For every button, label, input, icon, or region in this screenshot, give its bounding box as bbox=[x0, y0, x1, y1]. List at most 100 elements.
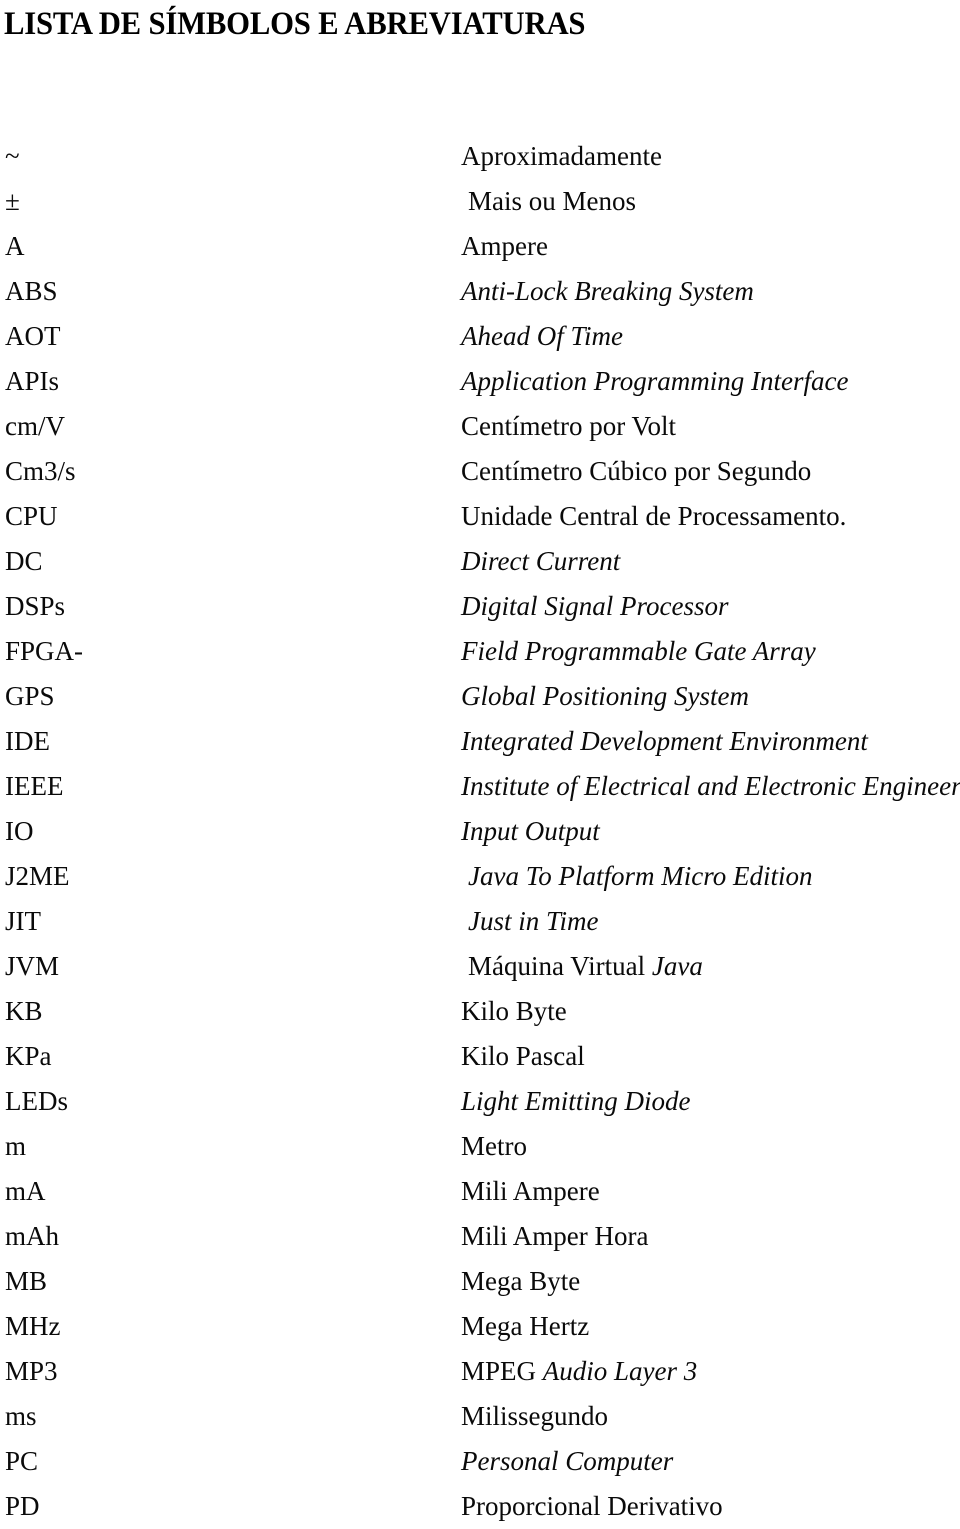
abbreviation-row: KPa Kilo Pascal bbox=[0, 1034, 960, 1079]
abbreviation-definition: Milissegundo bbox=[461, 1401, 609, 1431]
abbreviation-symbol: J2ME bbox=[5, 861, 70, 891]
abbreviation-symbol: DC bbox=[5, 546, 43, 576]
abbreviation-definition: Personal Computer bbox=[461, 1446, 674, 1476]
abbreviation-row: MHz Mega Hertz bbox=[0, 1304, 960, 1349]
abbreviation-row: DC Direct Current bbox=[0, 539, 960, 584]
abbreviation-definition: Mega Byte bbox=[461, 1266, 581, 1296]
document-page: LISTA DE SÍMBOLOS E ABREVIATURAS ~ Aproxi… bbox=[0, 0, 960, 1523]
abbreviation-symbol: GPS bbox=[5, 681, 55, 711]
abbreviation-row: ABS Anti-Lock Breaking System bbox=[0, 269, 960, 314]
abbreviation-definition: Mega Hertz bbox=[461, 1311, 590, 1341]
abbreviation-definition: Input Output bbox=[461, 816, 600, 846]
abbreviation-symbol: AOT bbox=[5, 321, 61, 351]
abbreviation-row: GPS Global Positioning System bbox=[0, 674, 960, 719]
definition-segment: MPEG bbox=[461, 1356, 543, 1386]
abbreviation-row: APIs Application Programming Interface bbox=[0, 359, 960, 404]
abbreviation-row: Cm3/s Centímetro Cúbico por Segundo bbox=[0, 449, 960, 494]
abbreviation-row: MB Mega Byte bbox=[0, 1259, 960, 1304]
abbreviation-definition: Mili Amper Hora bbox=[461, 1221, 649, 1251]
abbreviation-row: mAh Mili Amper Hora bbox=[0, 1214, 960, 1259]
abbreviation-symbol: PD bbox=[5, 1491, 40, 1521]
abbreviation-definition: Máquina Virtual Java bbox=[468, 944, 703, 989]
abbreviation-definition: Ahead Of Time bbox=[461, 321, 623, 351]
abbreviation-row: CPU Unidade Central de Processamento. bbox=[0, 494, 960, 539]
abbreviation-definition: Anti-Lock Breaking System bbox=[461, 276, 754, 306]
abbreviation-row: JVM Máquina Virtual Java bbox=[0, 944, 960, 989]
abbreviation-definition: Kilo Pascal bbox=[461, 1041, 585, 1071]
abbreviation-symbol: JVM bbox=[5, 951, 60, 981]
abbreviation-definition: Field Programmable Gate Array bbox=[461, 636, 816, 666]
abbreviation-symbol: PC bbox=[5, 1446, 39, 1476]
abbreviation-definition: Application Programming Interface bbox=[461, 366, 849, 396]
abbreviation-symbol: FPGA- bbox=[5, 636, 84, 666]
abbreviation-symbol: JIT bbox=[5, 906, 41, 936]
abbreviation-symbol: ms bbox=[5, 1401, 37, 1431]
abbreviation-symbol: DSPs bbox=[5, 591, 66, 621]
abbreviation-definition: Aproximadamente bbox=[461, 141, 662, 171]
abbreviation-row: DSPs Digital Signal Processor bbox=[0, 584, 960, 629]
abbreviation-definition: Proporcional Derivativo bbox=[461, 1491, 723, 1521]
abbreviation-definition: Mili Ampere bbox=[461, 1176, 600, 1206]
abbreviation-row: PC Personal Computer bbox=[0, 1439, 960, 1484]
abbreviation-definition: Java To Platform Micro Edition bbox=[468, 861, 813, 891]
abbreviation-row: KB Kilo Byte bbox=[0, 989, 960, 1034]
abbreviation-row: ms Milissegundo bbox=[0, 1394, 960, 1439]
definition-segment: Java bbox=[651, 951, 703, 981]
abbreviation-symbol: MB bbox=[5, 1266, 48, 1296]
abbreviation-symbol: m bbox=[5, 1131, 27, 1161]
abbreviation-row: LEDs Light Emitting Diode bbox=[0, 1079, 960, 1124]
abbreviation-symbol: APIs bbox=[5, 366, 60, 396]
abbreviation-row: FPGA- Field Programmable Gate Array bbox=[0, 629, 960, 674]
abbreviation-definition: Metro bbox=[461, 1131, 527, 1161]
abbreviation-row: IEEE Institute of Electrical and Electron… bbox=[0, 764, 960, 809]
abbreviation-row: AOT Ahead Of Time bbox=[0, 314, 960, 359]
abbreviation-definition: Ampere bbox=[461, 231, 548, 261]
abbreviation-symbol: MP3 bbox=[5, 1356, 58, 1386]
abbreviation-definition: Just in Time bbox=[468, 906, 599, 936]
abbreviation-definition: MPEG Audio Layer 3 bbox=[461, 1349, 697, 1394]
abbreviation-symbol: CPU bbox=[5, 501, 58, 531]
abbreviation-symbol: ABS bbox=[5, 276, 58, 306]
abbreviation-symbol: LEDs bbox=[5, 1086, 68, 1116]
abbreviation-row: PD Proporcional Derivativo bbox=[0, 1484, 960, 1529]
abbreviation-row: A Ampere bbox=[0, 224, 960, 269]
abbreviation-symbol: Cm3/s bbox=[5, 456, 76, 486]
abbreviation-definition: Unidade Central de Processamento. bbox=[461, 501, 847, 531]
abbreviation-definition: Integrated Development Environment bbox=[461, 726, 868, 756]
abbreviation-symbol: mA bbox=[5, 1176, 46, 1206]
definition-segment: Máquina Virtual bbox=[468, 951, 652, 981]
abbreviation-row: IDE Integrated Development Environment bbox=[0, 719, 960, 764]
abbreviation-row: IO Input Output bbox=[0, 809, 960, 854]
abbreviation-symbol: MHz bbox=[5, 1311, 61, 1341]
abbreviation-symbol: IDE bbox=[5, 726, 50, 756]
abbreviation-list: ~ Aproximadamente ± Mais ou Menos A Ampere ABS… bbox=[0, 134, 960, 1529]
abbreviation-definition: Mais ou Menos bbox=[468, 186, 636, 216]
abbreviation-row: JIT Just in Time bbox=[0, 899, 960, 944]
abbreviation-definition: Centímetro Cúbico por Segundo bbox=[461, 456, 812, 486]
abbreviation-row: ± Mais ou Menos bbox=[0, 179, 960, 224]
abbreviation-definition: Digital Signal Processor bbox=[461, 591, 729, 621]
abbreviation-definition: Global Positioning System bbox=[461, 681, 749, 711]
abbreviation-row: cm/V Centímetro por Volt bbox=[0, 404, 960, 449]
abbreviation-definition: Centímetro por Volt bbox=[461, 411, 676, 441]
abbreviation-definition: Institute of Electrical and Electronic E… bbox=[461, 771, 960, 801]
abbreviation-symbol: ~ bbox=[5, 141, 20, 171]
abbreviation-definition: Kilo Byte bbox=[461, 996, 567, 1026]
abbreviation-definition: Direct Current bbox=[461, 546, 621, 576]
abbreviation-definition: Light Emitting Diode bbox=[461, 1086, 691, 1116]
abbreviation-symbol: A bbox=[5, 231, 25, 261]
abbreviation-row: ~ Aproximadamente bbox=[0, 134, 960, 179]
abbreviation-row: MP3 MPEG Audio Layer 3 bbox=[0, 1349, 960, 1394]
abbreviation-row: J2ME Java To Platform Micro Edition bbox=[0, 854, 960, 899]
abbreviation-symbol: cm/V bbox=[5, 411, 65, 441]
abbreviation-symbol: ± bbox=[5, 186, 20, 216]
abbreviation-symbol: KB bbox=[5, 996, 43, 1026]
abbreviation-symbol: IEEE bbox=[5, 771, 64, 801]
abbreviation-symbol: IO bbox=[5, 816, 34, 846]
abbreviation-row: m Metro bbox=[0, 1124, 960, 1169]
abbreviation-row: mA Mili Ampere bbox=[0, 1169, 960, 1214]
abbreviation-symbol: mAh bbox=[5, 1221, 59, 1251]
definition-segment: Audio Layer 3 bbox=[542, 1356, 698, 1386]
page-title: LISTA DE SÍMBOLOS E ABREVIATURAS bbox=[4, 6, 586, 42]
abbreviation-symbol: KPa bbox=[5, 1041, 52, 1071]
